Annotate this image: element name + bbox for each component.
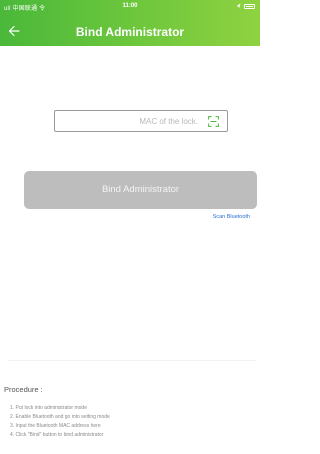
mac-address-field[interactable] — [54, 110, 228, 132]
procedure-step: 3. Input the Bluetooth MAC address here — [10, 423, 101, 429]
procedure-step: 4. Click "Bind" button to bind administr… — [10, 432, 104, 438]
scan-bluetooth-link[interactable]: Scan Bluetooth — [213, 214, 250, 220]
section-divider — [8, 360, 256, 361]
status-time: 11:00 — [122, 3, 138, 9]
scan-frame-icon[interactable] — [208, 116, 219, 127]
procedure-step: 1. Put lock into administrator mode — [10, 405, 87, 411]
location-icon — [236, 3, 241, 9]
procedure-step: 2. Enable Bluetooth and go into setting … — [10, 414, 110, 420]
bind-administrator-button[interactable]: Bind Administrator — [24, 171, 257, 209]
app-header: ull 中国联通 令 11:00 Bind Administrator — [0, 0, 260, 46]
status-bar: ull 中国联通 令 11:00 — [0, 0, 260, 14]
procedure-steps: 1. Put lock into administrator mode 2. E… — [10, 404, 110, 440]
mac-address-input[interactable] — [63, 116, 198, 126]
procedure-title: Procedure : — [4, 385, 43, 394]
battery-icon — [244, 3, 255, 9]
status-icons — [236, 3, 255, 9]
page-title: Bind Administrator — [75, 25, 185, 39]
